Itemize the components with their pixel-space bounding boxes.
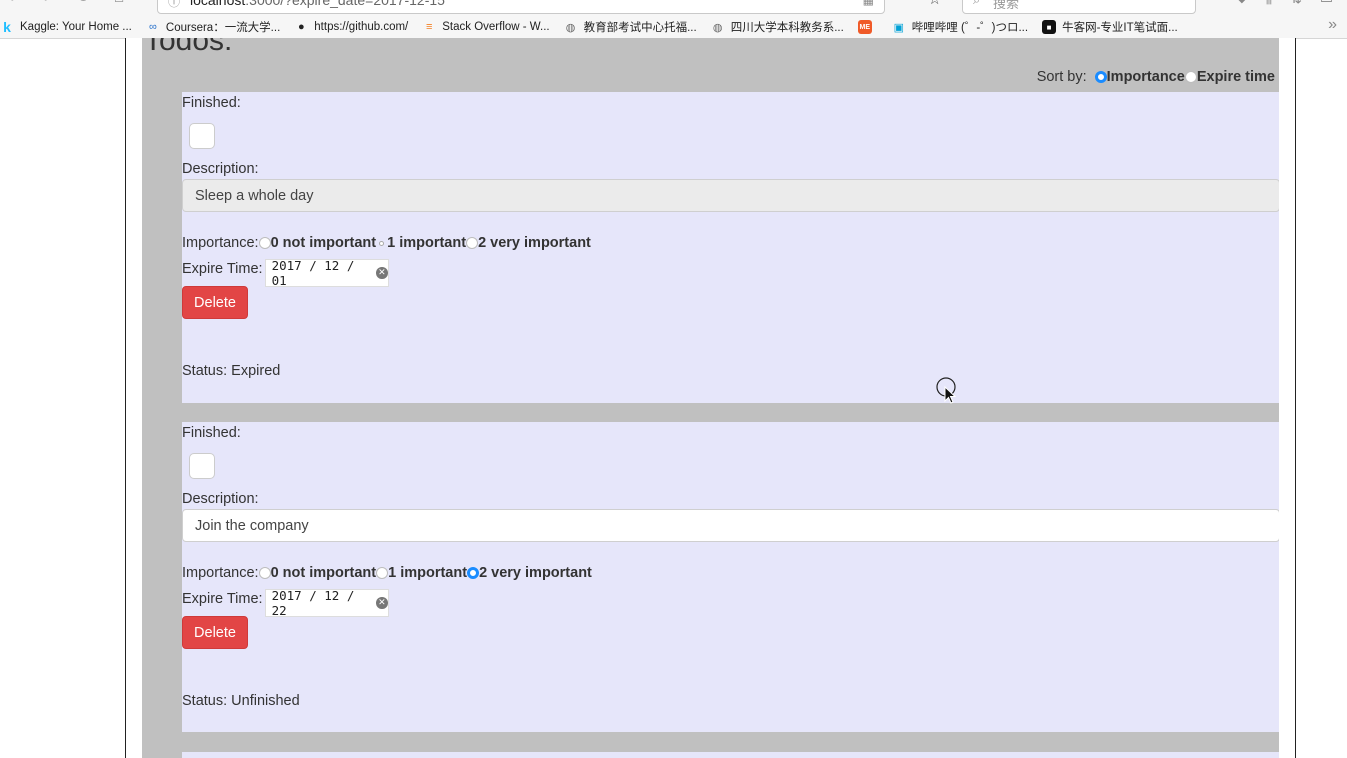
importance-option-0[interactable]: 0 not important [258,565,376,581]
bookmark-item[interactable]: ∞ Coursera：一流大学... [146,19,280,35]
importance-group: Importance: 0 not important 1 important … [182,235,591,251]
qr-code-icon[interactable]: ▦ [863,0,874,7]
importance-group: Importance: 0 not important 1 important … [182,565,592,581]
coursera-icon: ∞ [148,21,157,33]
expire-date-input[interactable]: 2017 / 12 / 01 ✕ [264,258,389,288]
bilibili-icon: ▣ [893,21,904,34]
sync-icon[interactable]: ⇅ [1290,0,1302,7]
todo-item: Finished: Description: Importance: 0 not… [182,92,1279,403]
home-icon[interactable]: ⌂ [108,0,130,7]
expire-time-label: Expire Time: [182,591,263,607]
bookmark-item[interactable]: k Kaggle: Your Home ... [0,19,132,35]
bookmark-item[interactable]: ME [857,20,878,34]
bookmark-item[interactable]: ◍ 教育部考试中心托福... [564,19,697,35]
description-input[interactable] [182,509,1279,542]
globe-icon: ◍ [712,21,723,34]
sort-label: Sort by: [1036,69,1087,85]
finished-label: Finished: [182,95,241,111]
importance-1-radio[interactable] [376,567,389,579]
sort-option-importance[interactable]: Importance [1094,69,1185,85]
importance-option-0[interactable]: 0 not important [258,235,376,251]
importance-2-radio[interactable] [466,237,479,249]
sort-importance-radio[interactable] [1094,71,1107,83]
bookmark-star-icon[interactable]: ☆ [928,0,941,8]
description-input[interactable] [182,179,1279,212]
github-icon: ● [297,21,305,33]
forward-icon[interactable]: › [36,0,58,7]
page-actions-icon[interactable]: ··· [898,0,912,4]
stackoverflow-icon: ≡ [426,21,433,33]
bookmarks-bar: k Kaggle: Your Home ... ∞ Coursera：一流大学... ●… [0,16,1192,38]
sort-option-expire-time[interactable]: Expire time [1184,69,1275,85]
url-bar[interactable]: ⓘ localhost:3000/?expire_date=2017-12-15… [157,0,885,14]
nowcoder-icon: ■ [1042,20,1057,34]
importance-2-radio[interactable] [467,567,480,579]
importance-0-radio[interactable] [258,237,271,249]
clear-date-icon[interactable]: ✕ [376,267,388,279]
finished-checkbox[interactable] [189,453,215,479]
clear-date-icon[interactable]: ✕ [376,597,388,609]
me-icon: ME [857,20,872,34]
importance-0-radio[interactable] [258,567,271,579]
library-icon[interactable]: ⫼ [1266,0,1272,7]
expire-time-row: Expire Time: 2017 / 12 / 01 ✕ [182,258,389,288]
status-text: Status: Unfinished [182,693,300,709]
todo-item [182,752,1279,758]
description-label: Description: [182,491,259,507]
delete-button[interactable]: Delete [182,616,248,649]
search-input[interactable]: ⌕ 搜索 [962,0,1196,14]
search-icon: ⌕ [973,0,980,8]
bookmark-item[interactable]: ◍ 四川大学本科教务系... [711,19,844,35]
expire-date-input[interactable]: 2017 / 12 / 22 ✕ [264,588,389,618]
sidebar-icon[interactable]: ▭ [1320,0,1333,7]
back-icon[interactable]: ‹ [0,0,22,7]
todo-app: Todos: Sort by: Importance Expire time F… [142,38,1279,758]
nav-buttons: ‹ › ↻ ⌂ [0,0,130,7]
page-title: Todos: [144,38,233,57]
info-icon[interactable]: ⓘ [168,0,180,10]
expire-time-label: Expire Time: [182,261,263,277]
kaggle-icon: k [3,19,11,35]
importance-option-1[interactable]: 1 important [376,565,467,581]
page-frame: Todos: Sort by: Importance Expire time F… [125,38,1296,758]
download-icon[interactable]: ⬇ [1236,0,1248,7]
todo-item: Finished: Description: Importance: 0 not… [182,422,1279,732]
importance-option-2[interactable]: 2 very important [467,565,592,581]
sort-bar: Sort by: Importance Expire time [1037,69,1275,85]
bookmark-item[interactable]: ● https://github.com/ [294,20,408,34]
reload-icon[interactable]: ↻ [72,0,94,7]
expire-time-row: Expire Time: 2017 / 12 / 22 ✕ [182,588,389,618]
importance-label: Importance: [182,235,259,251]
finished-label: Finished: [182,425,241,441]
bookmark-item[interactable]: ▣ 哔哩哔哩 (゜-゜)つロ... [892,19,1028,35]
url-text: localhost:3000/?expire_date=2017-12-15 [190,0,445,8]
sort-expire-radio[interactable] [1184,71,1197,83]
mouse-cursor-icon [936,377,957,404]
description-label: Description: [182,161,259,177]
bookmarks-overflow-icon[interactable]: » [1328,16,1337,34]
bookmark-item[interactable]: ■ 牛客网-专业IT笔试面... [1042,19,1178,35]
toolbar-right: ⬇ ⫼ ⇅ ▭ [1236,0,1333,7]
delete-button[interactable]: Delete [182,286,248,319]
importance-option-1[interactable]: 1 important [376,235,466,251]
importance-option-2[interactable]: 2 very important [466,235,591,251]
globe-icon: ◍ [565,21,576,34]
finished-checkbox[interactable] [189,123,215,149]
browser-chrome: ‹ › ↻ ⌂ ⓘ localhost:3000/?expire_date=20… [0,0,1347,39]
importance-1-radio[interactable] [379,240,385,246]
status-text: Status: Expired [182,363,281,379]
bookmark-item[interactable]: ≡ Stack Overflow - W... [422,20,550,34]
importance-label: Importance: [182,565,259,581]
